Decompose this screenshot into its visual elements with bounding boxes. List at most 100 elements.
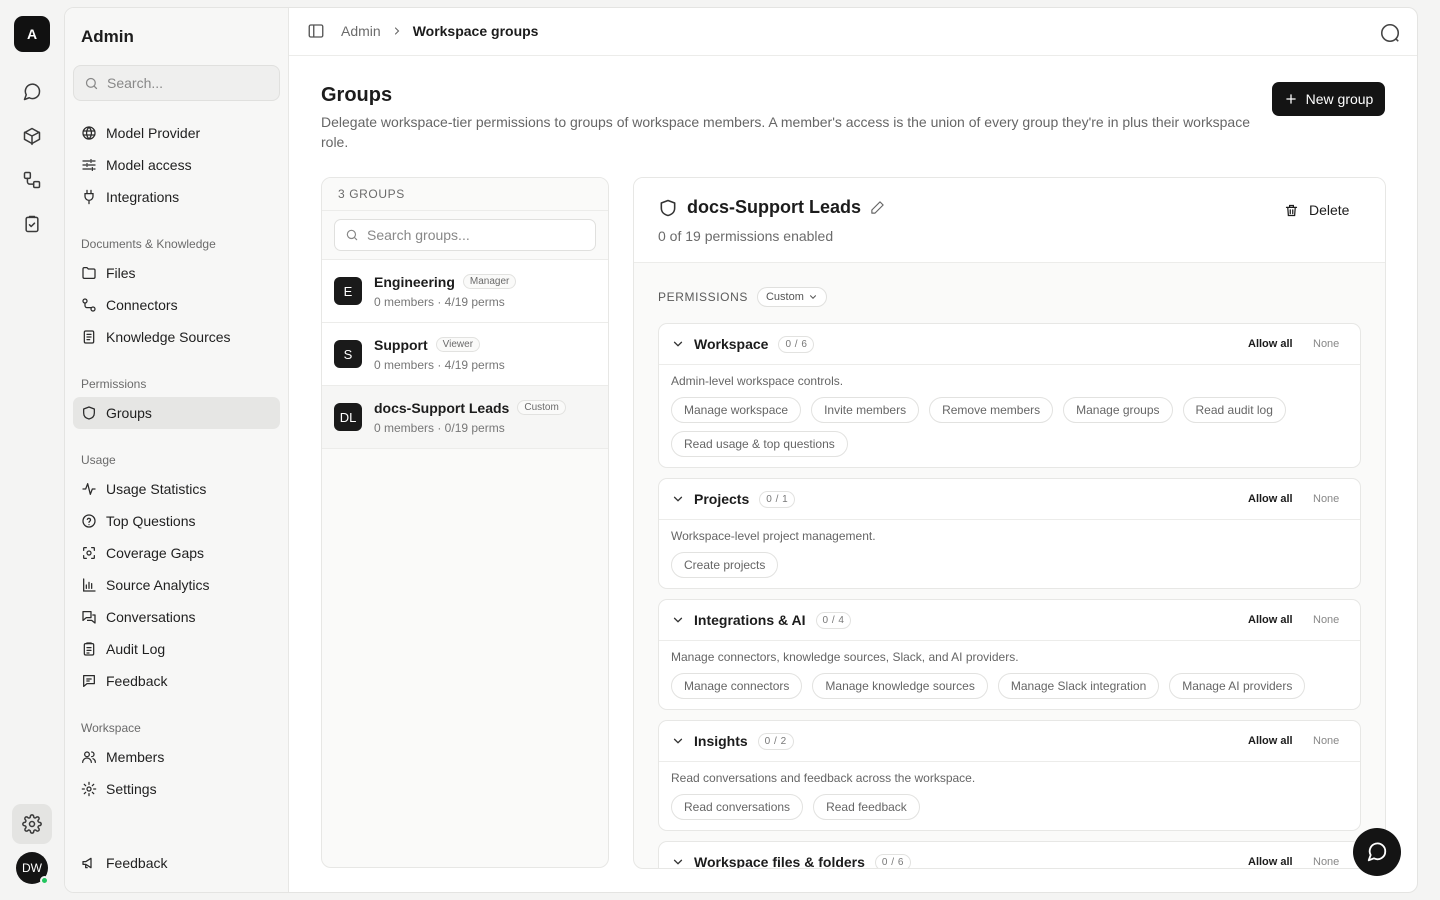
group-meta: 0 members · 0/19 perms — [374, 420, 505, 435]
chevron-down-icon — [673, 496, 683, 502]
none-button[interactable]: None — [1313, 493, 1339, 505]
sidebar-item-coverage-gaps[interactable]: Coverage Gaps — [73, 537, 280, 569]
permission-chip[interactable]: Invite members — [811, 397, 920, 423]
permission-group-header[interactable]: Projects 0 / 1 Allow all None — [659, 479, 1360, 520]
none-button[interactable]: None — [1313, 856, 1339, 868]
main-content: Admin Workspace groups Groups Delegate w… — [289, 8, 1417, 892]
sidebar-item-groups[interactable]: Groups — [73, 397, 280, 429]
messages-icon — [82, 611, 96, 624]
none-button[interactable]: None — [1313, 614, 1339, 626]
sidebar-item-conversations[interactable]: Conversations — [73, 601, 280, 633]
group-role-badge: Manager — [462, 274, 517, 289]
sidebar-item-settings[interactable]: Settings — [73, 773, 280, 805]
toggle-sidebar-button[interactable] — [307, 22, 327, 42]
sidebar-item-label: Connectors — [106, 297, 178, 313]
sidebar-item-label: Source Analytics — [106, 577, 210, 593]
permission-chip[interactable]: Manage groups — [1063, 397, 1173, 423]
none-button[interactable]: None — [1313, 338, 1339, 350]
group-avatar: S — [334, 340, 362, 368]
top-search-button[interactable] — [1379, 22, 1401, 44]
activity-icon — [82, 483, 96, 495]
sidebar-item-top-questions[interactable]: Top Questions — [73, 505, 280, 537]
sidebar-item-audit-log[interactable]: Audit Log — [73, 633, 280, 665]
page-description: Delegate workspace-tier permissions to g… — [321, 114, 1250, 150]
workflow-icon — [23, 171, 41, 189]
sidebar-item-label: Settings — [106, 781, 157, 797]
breadcrumb-admin-link[interactable]: Admin — [341, 23, 381, 39]
sidebar-item-model-provider[interactable]: Model Provider — [73, 117, 280, 149]
group-row-docs-support-leads[interactable]: DL docs-Support Leads Custom 0 members · … — [322, 386, 608, 449]
sidebar-item-files[interactable]: Files — [73, 257, 280, 289]
allow-all-button[interactable]: Allow all — [1248, 856, 1293, 868]
megaphone-icon — [82, 857, 92, 869]
clipboard-check-icon — [25, 215, 39, 233]
support-chat-button[interactable] — [1353, 828, 1401, 876]
sidebar-item-knowledge-sources[interactable]: Knowledge Sources — [73, 321, 280, 353]
sidebar-item-integrations[interactable]: Integrations — [73, 181, 280, 213]
permission-chip[interactable]: Read feedback — [813, 794, 920, 820]
help-circle-icon — [82, 514, 96, 528]
sidebar-search-input[interactable]: Search... — [73, 65, 280, 101]
group-detail-header: docs-Support Leads 0 of 19 permissions e… — [634, 178, 1385, 263]
permission-group-header[interactable]: Workspace files & folders 0 / 6 Allow al… — [659, 842, 1360, 869]
sidebar-section-documents: Documents & Knowledge — [81, 237, 216, 251]
sidebar-footer-feedback[interactable]: Feedback — [73, 847, 280, 879]
allow-all-button[interactable]: Allow all — [1248, 735, 1293, 747]
allow-all-button[interactable]: Allow all — [1248, 338, 1293, 350]
chevron-down-icon — [809, 295, 816, 299]
allow-all-button[interactable]: Allow all — [1248, 614, 1293, 626]
projects-nav-button[interactable] — [12, 116, 52, 156]
tasks-nav-button[interactable] — [12, 204, 52, 244]
permission-group-title: Insights — [694, 733, 748, 749]
group-detail-panel: docs-Support Leads 0 of 19 permissions e… — [633, 177, 1386, 869]
permission-chip[interactable]: Manage Slack integration — [997, 673, 1160, 699]
permission-mode-dropdown[interactable]: Custom — [756, 287, 827, 307]
sidebar-item-label: Coverage Gaps — [106, 545, 205, 561]
shield-icon — [660, 199, 676, 216]
group-name: docs-Support Leads — [374, 399, 510, 416]
permission-group-header[interactable]: Workspace 0 / 6 Allow all None — [659, 324, 1360, 365]
pencil-icon[interactable] — [870, 200, 885, 215]
workspace-logo[interactable]: A — [14, 16, 50, 52]
none-button[interactable]: None — [1313, 735, 1339, 747]
sidebar-item-members[interactable]: Members — [73, 741, 280, 773]
sidebar-item-source-analytics[interactable]: Source Analytics — [73, 569, 280, 601]
permission-chip[interactable]: Manage connectors — [671, 673, 803, 699]
sidebar-item-feedback[interactable]: Feedback — [73, 665, 280, 697]
group-row-support[interactable]: S Support Viewer 0 members · 4/19 perms — [322, 323, 608, 386]
workflows-nav-button[interactable] — [12, 160, 52, 200]
gear-icon — [81, 781, 97, 797]
permission-group-header[interactable]: Insights 0 / 2 Allow all None — [659, 721, 1360, 762]
permission-group-header[interactable]: Integrations & AI 0 / 4 Allow all None — [659, 600, 1360, 641]
group-row-engineering[interactable]: E Engineering Manager 0 members · 4/19 pe… — [322, 260, 608, 323]
permission-chip[interactable]: Read usage & top questions — [671, 431, 848, 457]
permission-group-title: Workspace files & folders — [694, 854, 865, 869]
sidebar-item-label: Top Questions — [106, 513, 196, 529]
groups-search-input[interactable]: Search groups... — [334, 219, 596, 251]
group-name: Support — [374, 336, 428, 353]
permission-chip[interactable]: Create projects — [671, 552, 779, 578]
permission-group-projects: Projects 0 / 1 Allow all None Workspace-… — [658, 478, 1361, 589]
sidebar-item-connectors[interactable]: Connectors — [73, 289, 280, 321]
new-group-button[interactable]: New group — [1272, 82, 1385, 116]
sidebar-item-label: Usage Statistics — [106, 481, 207, 497]
chat-nav-button[interactable] — [12, 72, 52, 112]
gear-icon — [22, 814, 42, 834]
shield-icon — [83, 406, 95, 420]
top-bar: Admin Workspace groups — [289, 8, 1417, 56]
chat-bubble-icon — [23, 83, 41, 101]
permission-chip[interactable]: Read conversations — [671, 794, 804, 820]
sidebar-item-model-access[interactable]: Model access — [73, 149, 280, 181]
permission-chip[interactable]: Manage workspace — [671, 397, 802, 423]
permission-chip[interactable]: Read audit log — [1182, 397, 1286, 423]
permission-chip[interactable]: Manage knowledge sources — [812, 673, 988, 699]
permission-chip[interactable]: Remove members — [929, 397, 1054, 423]
permission-chip[interactable]: Manage AI providers — [1169, 673, 1306, 699]
delete-group-button[interactable]: Delete — [1284, 202, 1349, 218]
message-square-icon — [83, 675, 95, 687]
sidebar-item-label: Feedback — [106, 673, 168, 689]
admin-settings-nav-button[interactable] — [12, 804, 52, 844]
sliders-icon — [82, 159, 96, 171]
sidebar-item-usage-statistics[interactable]: Usage Statistics — [73, 473, 280, 505]
allow-all-button[interactable]: Allow all — [1248, 493, 1293, 505]
